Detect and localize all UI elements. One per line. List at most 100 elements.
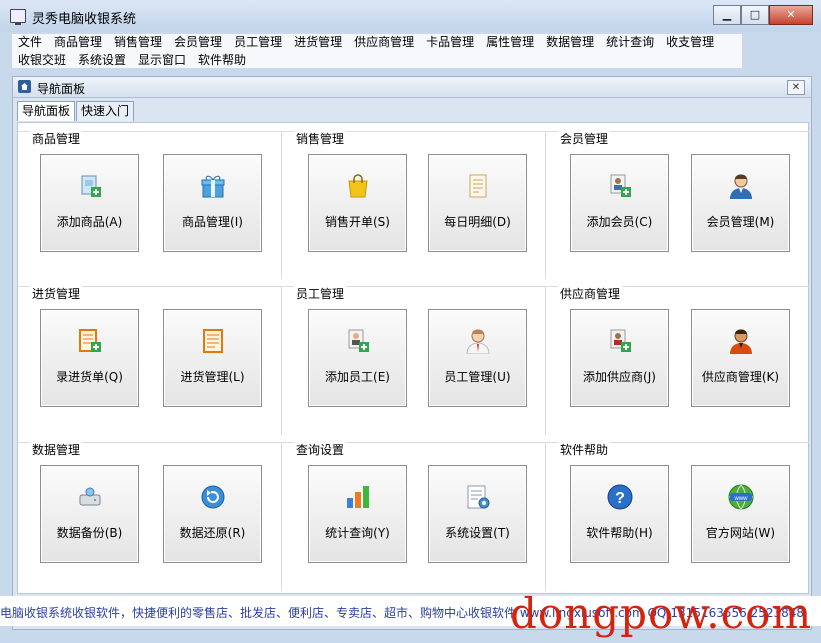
menu-item[interactable]: 收支管理 (660, 34, 720, 51)
navigation-panel: 导航面板 ✕ 导航面板 快速入门 商品管理 添加商品(A) 商品管理(I) 销售管理销… (12, 76, 812, 630)
bar-chart-icon (345, 484, 371, 510)
menu-item[interactable]: 会员管理 (168, 34, 228, 51)
tab-navigation-panel[interactable]: 导航面板 (17, 101, 76, 121)
nav-tile-button[interactable]: 数据还原(R) (163, 465, 262, 563)
group-title: 员工管理 (294, 285, 347, 302)
add-member-icon (607, 173, 633, 199)
panel-header: 导航面板 ✕ (13, 77, 811, 98)
tile-label: 添加供应商(J) (583, 370, 656, 384)
tile-label: 每日明细(D) (444, 215, 511, 229)
group-title: 会员管理 (558, 130, 611, 147)
nav-tile-button[interactable]: 录进货单(Q) (40, 309, 139, 407)
group-4: 进货管理录进货单(Q) 进货管理(L) (18, 285, 281, 435)
tile-label: 录进货单(Q) (56, 370, 123, 384)
nav-tile-button[interactable]: 进货管理(L) (163, 309, 262, 407)
employee-avatar-icon (465, 328, 491, 355)
group-9: 软件帮助? 软件帮助(H) www 官方网站(W) (545, 441, 809, 591)
tile-label: 会员管理(M) (706, 215, 775, 229)
menu-bar: 文件 商品管理 销售管理 会员管理 员工管理 进货管理 供应商管理 卡品管理 属性管理 数据管理统… (12, 34, 742, 68)
monitor-icon (10, 9, 26, 25)
svg-text:?: ? (615, 490, 625, 507)
nav-tile-button[interactable]: 添加员工(E) (308, 309, 407, 407)
group-title: 销售管理 (294, 130, 347, 147)
nav-tile-button[interactable]: 添加供应商(J) (570, 309, 669, 407)
nav-tile-button[interactable]: 供应商管理(K) (691, 309, 790, 407)
nav-tile-button[interactable]: ? 软件帮助(H) (570, 465, 669, 563)
nav-tile-button[interactable]: 员工管理(U) (428, 309, 527, 407)
minimize-button[interactable]: ▁ (713, 5, 741, 25)
menu-item[interactable]: 文件 (12, 34, 48, 51)
shopping-bag-icon (345, 173, 371, 199)
panel-close-button[interactable]: ✕ (787, 80, 805, 95)
group-2: 销售管理销售开单(S) 每日明细(D) (281, 130, 546, 279)
tile-label: 数据还原(R) (179, 526, 246, 540)
maximize-button[interactable]: □ (741, 5, 769, 25)
tile-label: 软件帮助(H) (586, 526, 653, 540)
supplier-avatar-icon (728, 328, 754, 354)
menu-item[interactable]: 卡品管理 (420, 34, 480, 51)
menu-item[interactable]: 数据管理 (540, 34, 600, 51)
receipt-icon (465, 173, 491, 199)
tab-quick-start[interactable]: 快速入门 (76, 101, 135, 121)
nav-tile-button[interactable]: 添加商品(A) (40, 154, 139, 252)
nav-tile-button[interactable]: 销售开单(S) (308, 154, 407, 252)
tile-label: 统计查询(Y) (325, 526, 390, 540)
group-title: 查询设置 (294, 441, 347, 458)
group-title: 进货管理 (30, 285, 83, 302)
group-title: 商品管理 (30, 130, 83, 147)
tile-label: 供应商管理(K) (701, 370, 780, 384)
menu-item[interactable]: 收银交班 (12, 52, 72, 69)
add-document-icon (77, 328, 103, 354)
backup-drive-icon (77, 484, 103, 510)
navigation-content: 商品管理添加商品(A) 商品管理(I) 销售管理销售开单(S) 每日明细(D) 会员管理… (17, 122, 809, 594)
nav-tile-button[interactable]: 数据备份(B) (40, 465, 139, 563)
tile-label: 进货管理(L) (180, 370, 245, 384)
menu-item[interactable]: 系统设置 (72, 52, 132, 69)
nav-tile-button[interactable]: www 官方网站(W) (691, 465, 790, 563)
group-5: 员工管理添加员工(E) 员工管理(U) (281, 285, 546, 435)
window-controls: ▁ □ ✕ (713, 5, 813, 25)
member-avatar-icon (728, 173, 754, 199)
nav-tile-button[interactable]: 统计查询(Y) (308, 465, 407, 563)
menu-item[interactable]: 销售管理 (108, 34, 168, 51)
nav-tile-button[interactable]: 商品管理(I) (163, 154, 262, 252)
menu-item[interactable]: 属性管理 (480, 34, 540, 51)
group-3: 会员管理添加会员(C) 会员管理(M) (545, 130, 809, 279)
watermark: dongpow.com (510, 589, 813, 638)
gift-box-icon (200, 173, 226, 199)
tile-label: 添加会员(C) (586, 215, 653, 229)
menu-item[interactable]: 员工管理 (228, 34, 288, 51)
menu-item[interactable]: 商品管理 (48, 34, 108, 51)
add-employee-icon (345, 328, 371, 354)
document-list-icon (200, 328, 226, 354)
menu-item[interactable]: 供应商管理 (348, 34, 420, 51)
menu-row-1: 文件 商品管理 销售管理 会员管理 员工管理 进货管理 供应商管理 卡品管理 属性管理 数据管理统… (12, 34, 720, 51)
tile-label: 数据备份(B) (56, 526, 123, 540)
add-product-icon (77, 173, 103, 199)
group-8: 查询设置统计查询(Y) 系统设置(T) (281, 441, 546, 591)
nav-tile-button[interactable]: 系统设置(T) (428, 465, 527, 563)
menu-item[interactable]: 统计查询 (600, 34, 660, 51)
nav-tile-button[interactable]: 会员管理(M) (691, 154, 790, 252)
tile-label: 系统设置(T) (445, 526, 510, 540)
close-button[interactable]: ✕ (769, 5, 813, 25)
help-icon: ? (607, 484, 633, 510)
menu-item[interactable]: 软件帮助 (192, 52, 252, 69)
tile-label: 员工管理(U) (444, 370, 511, 384)
panel-title: 导航面板 (37, 82, 86, 96)
nav-tile-button[interactable]: 添加会员(C) (570, 154, 669, 252)
group-title: 数据管理 (30, 441, 83, 458)
group-1: 商品管理添加商品(A) 商品管理(I) (18, 130, 281, 279)
svg-text:www: www (734, 496, 749, 502)
tile-label: 添加员工(E) (325, 370, 390, 384)
menu-item[interactable]: 进货管理 (288, 34, 348, 51)
group-title: 软件帮助 (558, 441, 611, 458)
nav-tile-button[interactable]: 每日明细(D) (428, 154, 527, 252)
tile-label: 添加商品(A) (56, 215, 123, 229)
group-7: 数据管理数据备份(B) 数据还原(R) (18, 441, 281, 591)
tile-label: 销售开单(S) (325, 215, 390, 229)
menu-row-2: 收银交班 系统设置 显示窗口 软件帮助 (12, 52, 252, 69)
restore-icon (200, 484, 226, 510)
title-bar: 灵秀电脑收银系统 ▁ □ ✕ (0, 0, 821, 32)
menu-item[interactable]: 显示窗口 (132, 52, 192, 69)
